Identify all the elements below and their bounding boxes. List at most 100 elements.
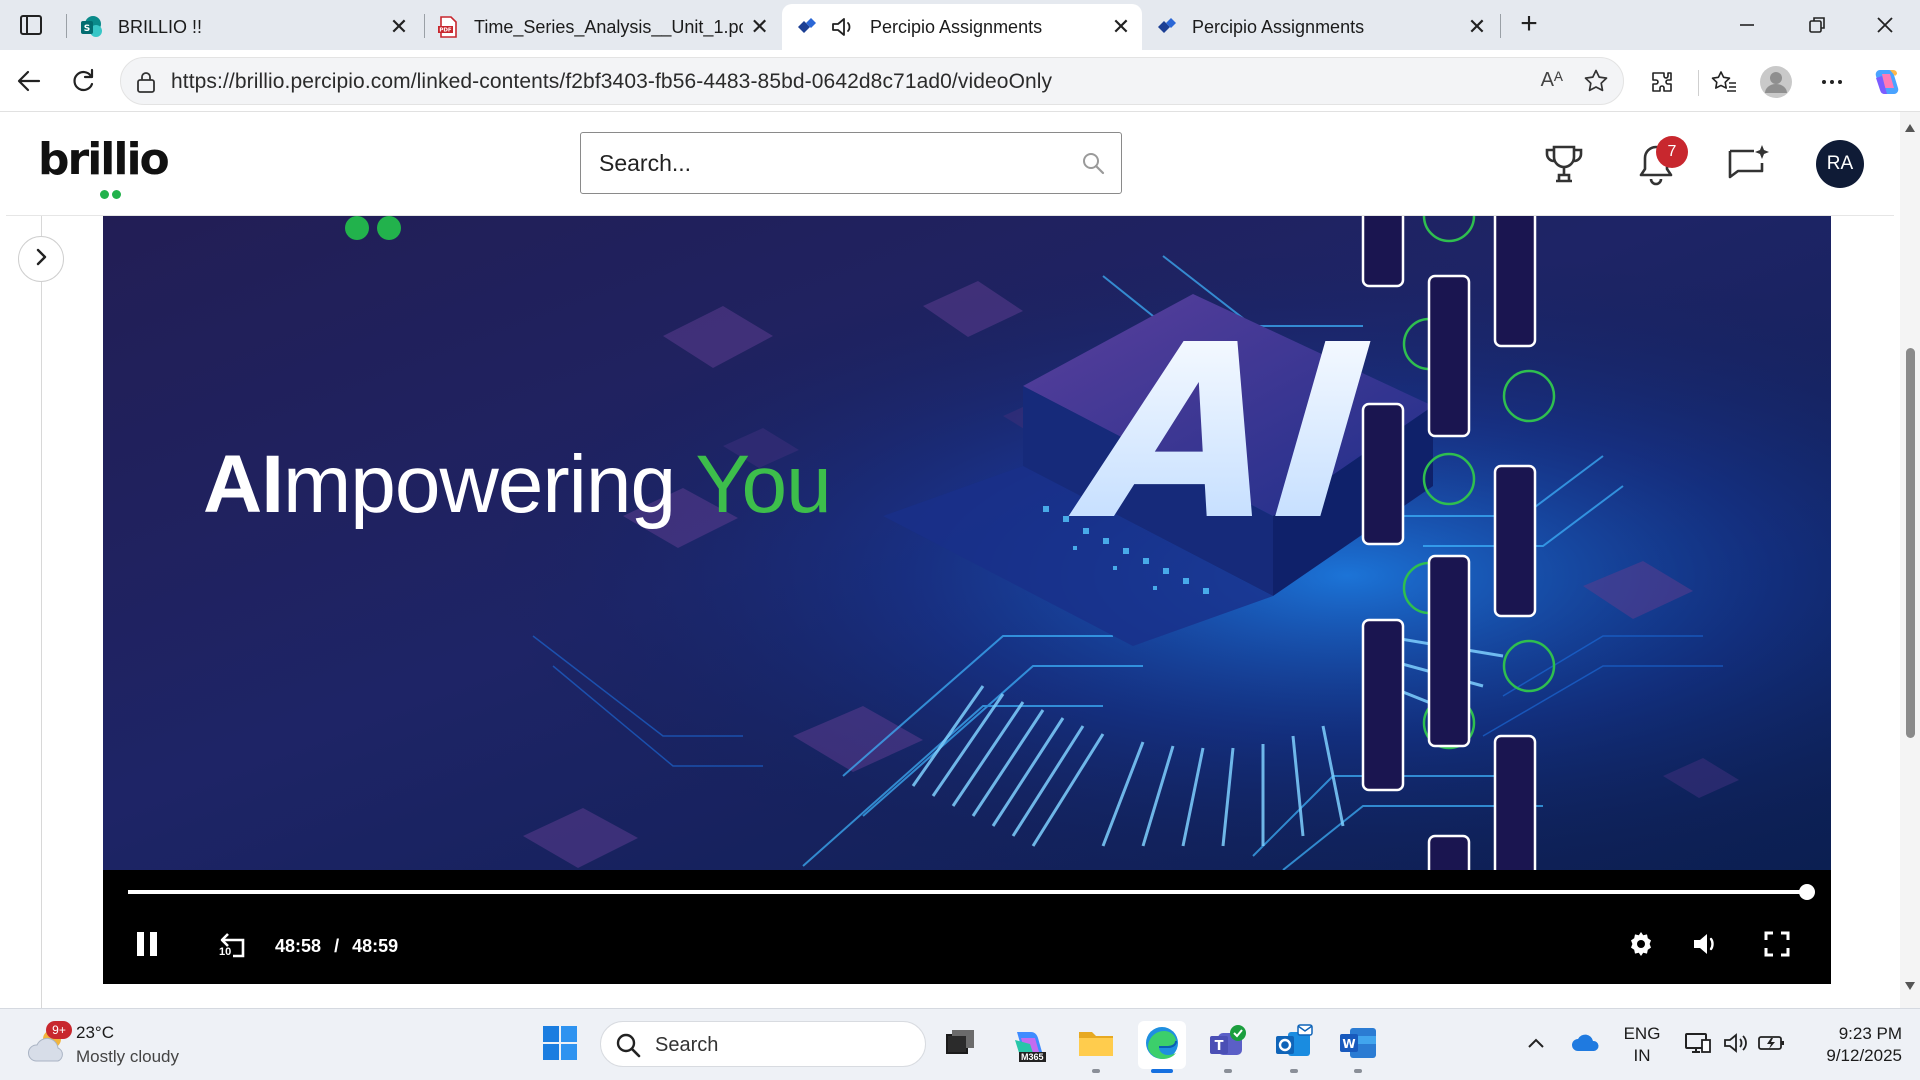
task-view-button[interactable] — [936, 1021, 984, 1069]
page-scrollbar[interactable] — [1900, 112, 1920, 1008]
chevron-up-icon — [1527, 1036, 1545, 1055]
close-icon[interactable]: ✕ — [1104, 10, 1138, 44]
percipio-page: brillio 7 RA — [0, 112, 1900, 1008]
outlook-app-button[interactable] — [1270, 1021, 1318, 1069]
tab-percipio-active[interactable]: Percipio Assignments ✕ — [782, 4, 1142, 50]
restore-button[interactable] — [1794, 8, 1840, 42]
weather-widget[interactable]: 9+ 23°C Mostly cloudy — [26, 1021, 206, 1071]
copilot-icon[interactable] — [1866, 62, 1906, 102]
close-window-button[interactable] — [1862, 8, 1908, 42]
browser-toolbar: https://brillio.percipio.com/linked-cont… — [0, 50, 1920, 112]
tab-actions-icon[interactable] — [18, 12, 44, 38]
settings-button[interactable] — [1623, 928, 1659, 964]
browser-tab-strip: S BRILLIO !! ✕ PDF Time_Series_Analysis_… — [0, 0, 1920, 50]
notification-count-badge: 7 — [1656, 136, 1688, 168]
speaker-icon — [1722, 1031, 1750, 1060]
tab-percipio[interactable]: Percipio Assignments ✕ — [1142, 4, 1498, 50]
current-time: 48:58 — [275, 936, 322, 956]
video-frame-artwork: AI — [103, 216, 1831, 870]
user-avatar[interactable]: RA — [1816, 140, 1864, 188]
search-icon[interactable] — [1081, 151, 1105, 180]
fullscreen-button[interactable] — [1759, 928, 1795, 964]
duration: 48:59 — [352, 936, 399, 956]
audio-playing-icon[interactable] — [830, 15, 856, 39]
word-icon: W — [1338, 1024, 1378, 1067]
edge-browser-button[interactable] — [1138, 1021, 1186, 1069]
video-time-display: 48:58 / 48:59 — [275, 936, 398, 957]
word-app-button[interactable]: W — [1334, 1021, 1382, 1069]
read-aloud-icon[interactable]: Aᴬ — [1541, 69, 1563, 92]
taskbar-clock[interactable]: 9:23 PM 9/12/2025 — [1792, 1023, 1902, 1067]
tab-title: Percipio Assignments — [870, 16, 1043, 37]
scrollbar-thumb[interactable] — [1906, 348, 1915, 738]
show-hidden-icons-button[interactable] — [1512, 1021, 1560, 1069]
minimize-button[interactable] — [1724, 8, 1770, 42]
video-progress-bar[interactable] — [128, 884, 1816, 900]
trophy-icon[interactable] — [1540, 140, 1588, 188]
language-indicator[interactable]: ENG IN — [1612, 1023, 1672, 1067]
scroll-up-arrow-icon[interactable] — [1904, 120, 1916, 138]
chat-sparkle-icon[interactable] — [1724, 140, 1772, 188]
favorites-icon[interactable] — [1704, 62, 1744, 102]
rewind-seconds-label: 10 — [219, 946, 232, 958]
windows-logo-icon — [542, 1025, 578, 1066]
rewind-10-button[interactable]: 10 — [213, 928, 253, 964]
pause-icon — [134, 930, 160, 963]
close-icon[interactable]: ✕ — [382, 10, 416, 44]
tab-separator — [66, 14, 67, 38]
m365-app-button[interactable]: M365 — [1004, 1021, 1052, 1069]
active-indicator — [1151, 1069, 1173, 1073]
sharepoint-icon: S — [80, 15, 104, 39]
taskbar-search-label: Search — [655, 1034, 719, 1056]
fullscreen-icon — [1764, 931, 1790, 962]
m365-label: M365 — [1019, 1052, 1046, 1062]
tab-pdf[interactable]: PDF Time_Series_Analysis__Unit_1.pdf ✕ — [424, 4, 780, 50]
brillio-logo[interactable]: brillio — [38, 134, 170, 199]
refresh-button[interactable] — [64, 62, 102, 100]
extensions-icon[interactable] — [1642, 62, 1682, 102]
file-explorer-button[interactable] — [1072, 1021, 1120, 1069]
search-icon — [615, 1032, 641, 1063]
rewind-10-icon: 10 — [217, 931, 249, 961]
teams-app-button[interactable]: T — [1204, 1021, 1252, 1069]
tagline-you: You — [695, 439, 831, 530]
address-bar[interactable]: https://brillio.percipio.com/linked-cont… — [120, 57, 1624, 105]
outlook-icon — [1274, 1023, 1314, 1067]
close-icon[interactable]: ✕ — [743, 10, 776, 44]
start-button[interactable] — [536, 1021, 584, 1069]
favorite-star-icon[interactable] — [1583, 68, 1609, 99]
logo-dot — [100, 190, 109, 199]
video-player-frame[interactable]: AI AImpowering You — [103, 216, 1831, 870]
svg-text:S: S — [84, 24, 90, 34]
toolbar-divider — [1698, 70, 1699, 96]
teams-icon: T — [1208, 1024, 1248, 1067]
gear-icon — [1627, 930, 1655, 963]
sidebar-expand-button[interactable] — [18, 236, 64, 282]
url-text[interactable]: https://brillio.percipio.com/linked-cont… — [171, 70, 1052, 94]
m365-icon: M365 — [1009, 1026, 1047, 1064]
progress-scrubber-handle[interactable] — [1799, 884, 1816, 900]
scroll-down-arrow-icon[interactable] — [1904, 978, 1916, 996]
onedrive-button[interactable] — [1562, 1021, 1610, 1069]
chevron-right-icon — [33, 248, 49, 271]
more-options-icon[interactable] — [1812, 62, 1852, 102]
back-button[interactable] — [10, 62, 48, 100]
brand-dot — [345, 216, 369, 240]
pause-button[interactable] — [129, 928, 165, 964]
tagline-ai: AI — [203, 439, 284, 530]
volume-button[interactable] — [1687, 928, 1723, 964]
battery-button[interactable] — [1748, 1021, 1796, 1069]
percipio-icon — [794, 15, 818, 39]
sidebar-divider — [41, 216, 42, 1008]
close-icon[interactable]: ✕ — [1460, 10, 1494, 44]
taskbar-search-box[interactable]: Search — [600, 1021, 926, 1067]
language-region: IN — [1633, 1046, 1651, 1065]
tab-title: BRILLIO !! — [118, 16, 203, 37]
search-input[interactable] — [599, 143, 1059, 183]
site-search-box[interactable] — [580, 132, 1122, 194]
language-code: ENG — [1623, 1024, 1661, 1043]
tab-brillio[interactable]: S BRILLIO !! ✕ — [68, 4, 420, 50]
new-tab-button[interactable]: + — [1512, 8, 1546, 42]
profile-avatar-icon[interactable] — [1756, 62, 1796, 102]
lock-icon[interactable] — [135, 70, 157, 99]
